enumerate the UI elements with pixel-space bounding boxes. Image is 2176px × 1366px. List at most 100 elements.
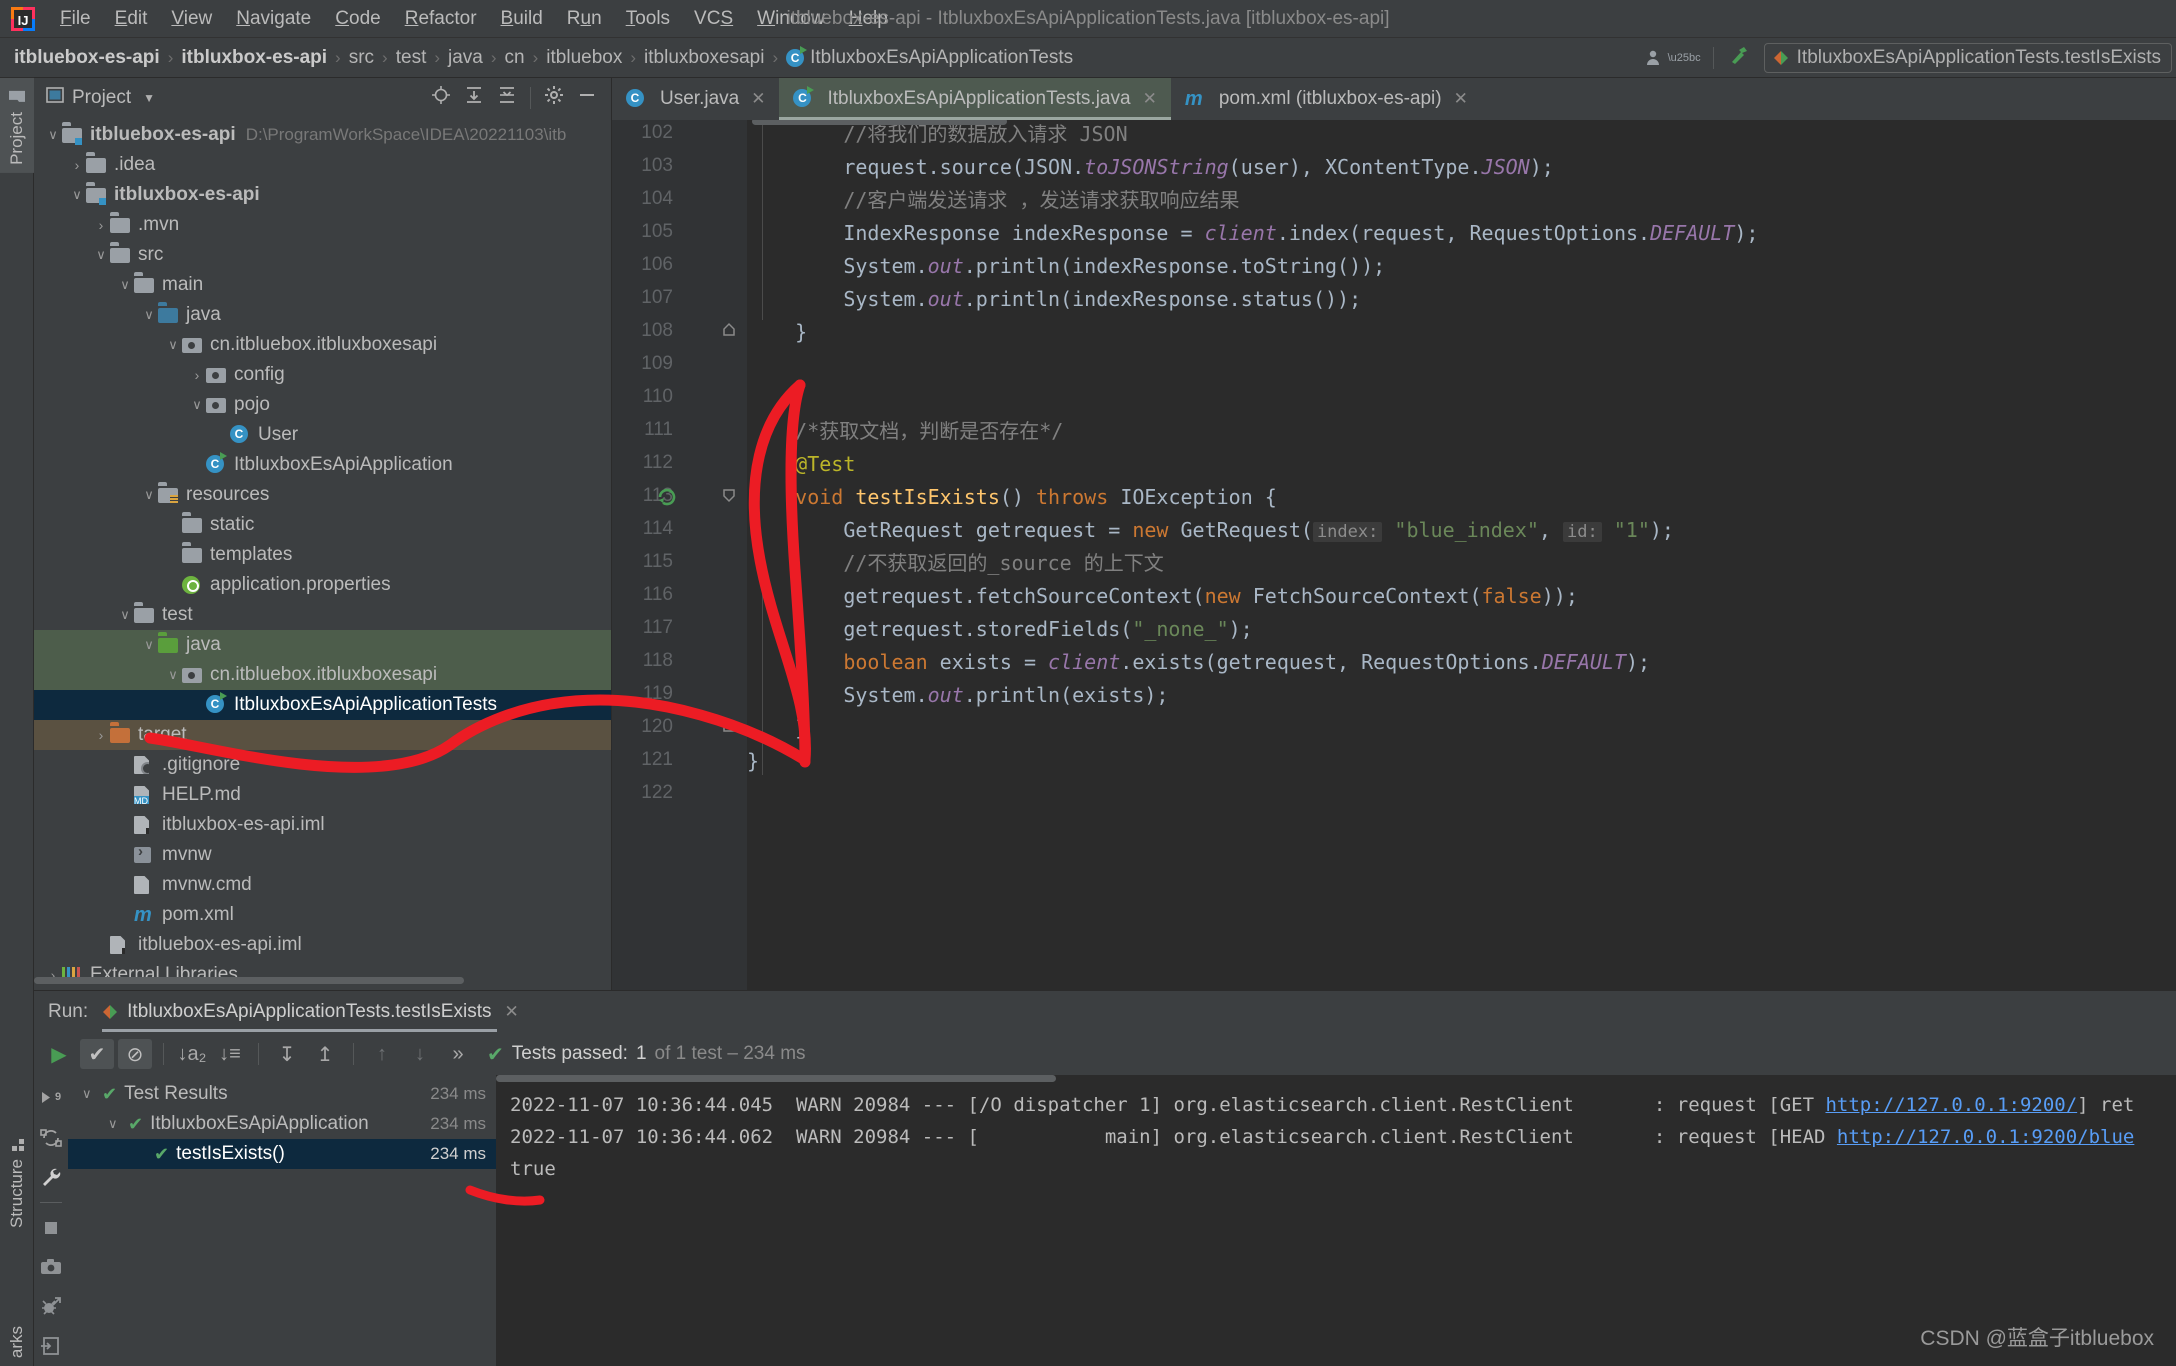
rerun-button[interactable]: ▶ [42, 1039, 76, 1069]
tree-item-mvnw[interactable]: mvnw [34, 840, 611, 870]
tree-item-application-properties[interactable]: application.properties [34, 570, 611, 600]
sidebar-item-structure[interactable]: Structure [0, 1129, 34, 1236]
test-row-test-results[interactable]: ∨ ✔ Test Results 234 ms [68, 1079, 496, 1109]
run-test-gutter-icon[interactable] [656, 486, 678, 514]
code-editor[interactable]: 102 103 104 105 106 107 108 109 110 111 112 113 114 1… [612, 120, 2176, 990]
project-tree[interactable]: ∨ itbluebox-es-api D:\ProgramWorkSpace\IDE… [34, 118, 611, 990]
project-horizontal-scrollbar[interactable] [34, 977, 464, 984]
breadcrumb-item-itbluxboxesapi[interactable]: itbluxboxesapi [644, 47, 764, 69]
expand-all-button[interactable]: ↧ [270, 1039, 304, 1069]
editor-horizontal-scrollbar[interactable] [752, 120, 1007, 125]
chevron-down-icon[interactable]: ∨ [164, 337, 182, 353]
sort-alphabetically-button[interactable]: ↓a₂ [175, 1039, 209, 1069]
menu-item-navigate[interactable]: Navigate [224, 5, 323, 33]
tree-item-pom-xml[interactable]: m pom.xml [34, 900, 611, 930]
tree-item-itbluxbox-es-api[interactable]: ∨ itbluxbox-es-api [34, 180, 611, 210]
breadcrumb-item-itbluebox[interactable]: itbluebox [546, 47, 622, 69]
chevron-down-icon[interactable]: ∨ [82, 1086, 102, 1102]
test-results-tree[interactable]: ∨ ✔ Test Results 234 ms ∨ ✔ ItbluxboxEsApiAppl… [68, 1075, 496, 1366]
tree-item-itbluxboxesapiapplication[interactable]: ItbluxboxEsApiApplication [34, 450, 611, 480]
tree-item-java[interactable]: ∨ java [34, 630, 611, 660]
chevron-down-icon[interactable]: ∨ [140, 487, 158, 503]
chevron-down-icon[interactable]: ∨ [116, 277, 134, 293]
menu-item-code[interactable]: Code [323, 5, 392, 33]
build-hammer-icon[interactable] [1720, 44, 1758, 72]
menu-item-view[interactable]: View [159, 5, 224, 33]
tree-item-user[interactable]: User [34, 420, 611, 450]
export-icon[interactable] [34, 1327, 68, 1366]
code-line[interactable]: } [747, 749, 759, 773]
next-failed-button[interactable]: ↓ [403, 1039, 437, 1069]
breadcrumb[interactable]: itbluebox-es-api › itbluxbox-es-api › src › te… [0, 45, 1073, 69]
editor-tab-pom-xml-itbluxbox-es-api-[interactable]: m pom.xml (itbluxbox-es-api) ✕ [1171, 78, 1482, 120]
code-line[interactable]: getrequest.fetchSourceContext(new FetchS… [747, 584, 1578, 608]
chevron-right-icon[interactable]: › [68, 157, 86, 173]
chevron-right-icon[interactable]: › [92, 727, 110, 743]
sidebar-item-bookmarks[interactable]: arks [0, 1318, 34, 1366]
tree-item-config[interactable]: › config [34, 360, 611, 390]
code-line[interactable]: GetRequest getrequest = new GetRequest(i… [747, 518, 1674, 544]
code-line[interactable]: } [747, 320, 807, 344]
collapse-all-button[interactable]: ↥ [308, 1039, 342, 1069]
menu-item-window[interactable]: Window [745, 5, 837, 33]
code-content[interactable]: //将我们的数据放入请求 JSON request.source(JSON.to… [747, 120, 2176, 990]
show-ignored-toggle[interactable]: ⊘ [118, 1039, 152, 1069]
more-options-button[interactable]: » [441, 1039, 475, 1069]
code-line[interactable]: System.out.println(indexResponse.status(… [747, 287, 1361, 311]
editor-tab-user-java[interactable]: User.java ✕ [612, 78, 779, 120]
tree-item-java[interactable]: ∨ java [34, 300, 611, 330]
chevron-down-icon[interactable]: ∨ [44, 127, 62, 143]
fold-end-icon[interactable] [722, 322, 736, 342]
locate-icon[interactable] [431, 85, 451, 111]
tree-item-itbluebox-es-api[interactable]: ∨ itbluebox-es-api D:\ProgramWorkSpace\IDE… [34, 120, 611, 150]
breadcrumb-item-itbluebox-es-api[interactable]: itbluebox-es-api [14, 47, 160, 69]
tree-item-templates[interactable]: templates [34, 540, 611, 570]
toggle-auto-test-icon[interactable] [34, 1118, 68, 1157]
settings-wrench-icon[interactable] [34, 1158, 68, 1197]
run-side-toolbar[interactable]: 9 [34, 1075, 68, 1366]
tree-item-target[interactable]: › target [34, 720, 611, 750]
menu-item-tools[interactable]: Tools [614, 5, 682, 33]
tree-item--gitignore[interactable]: .gitignore [34, 750, 611, 780]
breadcrumb-item-src[interactable]: src [349, 47, 374, 69]
expand-all-icon[interactable] [464, 85, 484, 111]
tree-item-cn-itbluebox-itbluxboxesapi[interactable]: ∨ cn.itbluebox.itbluxboxesapi [34, 330, 611, 360]
chevron-right-icon[interactable]: › [188, 367, 206, 383]
chevron-down-icon[interactable]: ∨ [140, 307, 158, 323]
screenshot-icon[interactable] [34, 1248, 68, 1287]
chevron-down-icon[interactable]: ∨ [164, 667, 182, 683]
menu-item-run[interactable]: Run [555, 5, 614, 33]
close-icon[interactable]: ✕ [1454, 89, 1468, 109]
project-title[interactable]: Project ▼ [46, 86, 155, 110]
console-link[interactable]: http://127.0.0.1:9200/blue [1837, 1126, 2134, 1148]
close-icon[interactable]: ✕ [1143, 89, 1157, 109]
code-line[interactable]: /*获取文档，判断是否存在*/ [747, 419, 1063, 443]
code-line[interactable]: //将我们的数据放入请求 JSON [747, 122, 1127, 146]
code-line[interactable]: @Test [747, 452, 855, 476]
tree-item-itbluxbox-es-api-iml[interactable]: itbluxbox-es-api.iml [34, 810, 611, 840]
tree-item-external-libraries[interactable]: › External Libraries [34, 960, 611, 990]
run-toolbar[interactable]: ▶ ✔ ⊘ ↓a₂ ↓≡ ↧ ↥ ↑ ↓» ✔ Tests passed: 1 of 1 test – … [34, 1033, 2176, 1075]
menu-item-edit[interactable]: Edit [103, 5, 160, 33]
chevron-right-icon[interactable]: › [92, 217, 110, 233]
tree-item-cn-itbluebox-itbluxboxesapi[interactable]: ∨ cn.itbluebox.itbluxboxesapi [34, 660, 611, 690]
close-icon[interactable]: ✕ [504, 1002, 518, 1022]
code-line[interactable]: } [747, 716, 807, 740]
code-line[interactable]: boolean exists = client.exists(getreques… [747, 650, 1650, 674]
menu-item-refactor[interactable]: Refactor [393, 5, 489, 33]
chevron-down-icon[interactable]: ∨ [92, 247, 110, 263]
fold-end-icon[interactable] [722, 718, 736, 738]
tree-item-resources[interactable]: ∨ resources [34, 480, 611, 510]
code-line[interactable]: IndexResponse indexResponse = client.ind… [747, 221, 1758, 245]
menu-item-file[interactable]: File [48, 5, 103, 33]
main-menu[interactable]: File Edit View Navigate Code Refactor Build Run… [48, 5, 900, 33]
menu-item-help[interactable]: Help [837, 5, 900, 33]
fold-start-icon[interactable] [722, 487, 736, 507]
prev-failed-button[interactable]: ↑ [365, 1039, 399, 1069]
tree-item-main[interactable]: ∨ main [34, 270, 611, 300]
rerun-failed-icon[interactable]: 9 [34, 1079, 68, 1118]
chevron-down-icon[interactable]: ▼ [143, 91, 155, 105]
chevron-down-icon[interactable]: ∨ [188, 397, 206, 413]
code-line[interactable]: //客户端发送请求 ，发送请求获取响应结果 [747, 188, 1239, 212]
test-row-itbluxboxesapiapplication[interactable]: ∨ ✔ ItbluxboxEsApiApplication 234 ms [68, 1109, 496, 1139]
